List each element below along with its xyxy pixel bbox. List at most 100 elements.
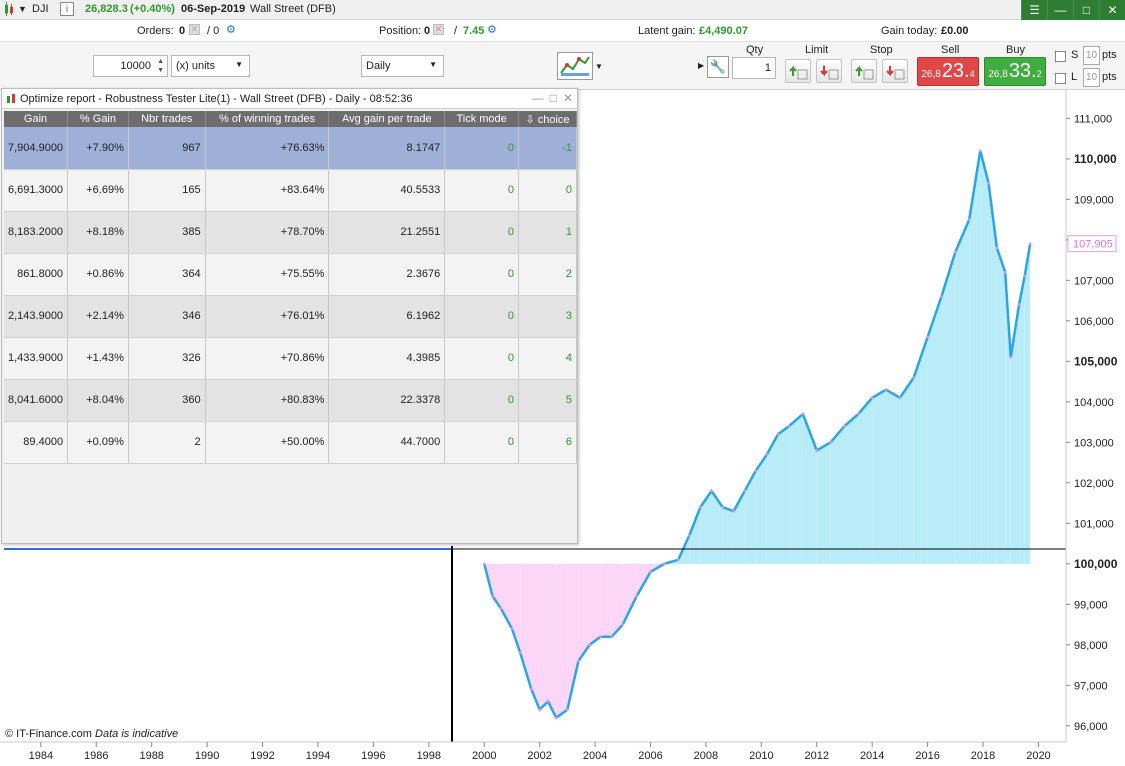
limit-checkbox-label: L xyxy=(1071,71,1078,83)
equity-point xyxy=(743,489,747,493)
candlestick-icon[interactable] xyxy=(3,2,15,19)
equity-point xyxy=(518,651,522,655)
stop-points-input[interactable]: 10 xyxy=(1083,46,1100,65)
instrument-name[interactable]: DJI xyxy=(32,3,49,15)
table-cell: 4.3985 xyxy=(328,337,446,380)
col-header-pct-winning[interactable]: % of winning trades xyxy=(205,111,330,127)
market-name: Wall Street (DFB) xyxy=(250,3,336,15)
col-header-nbr-trades[interactable]: Nbr trades xyxy=(128,111,206,127)
equity-point xyxy=(676,558,680,562)
limit-sell-icon[interactable] xyxy=(816,59,842,83)
table-cell: 5 xyxy=(518,379,577,422)
chevron-down-icon[interactable]: ▼ xyxy=(595,62,603,71)
table-row[interactable]: 6,691.3000 +6.69% 165 +83.64% 40.5533 0 0 xyxy=(4,169,577,212)
table-cell: 861.8000 xyxy=(4,253,69,296)
qty-input[interactable]: 1 xyxy=(732,57,776,79)
gear-icon[interactable]: ⚙ xyxy=(226,23,236,36)
equity-point xyxy=(663,562,666,566)
table-cell: 40.5533 xyxy=(328,169,446,212)
col-header-gain[interactable]: Gain xyxy=(4,111,69,127)
table-cell: 6 xyxy=(518,421,577,464)
table-cell: 0 xyxy=(444,127,520,170)
x-tick-label: 1986 xyxy=(84,750,108,762)
table-cell: 0 xyxy=(444,379,520,422)
table-row[interactable]: 8,041.6000 +8.04% 360 +80.83% 22.3378 0 5 xyxy=(4,379,577,422)
chevron-down-icon[interactable]: ▼ xyxy=(18,4,27,14)
limit-points-input[interactable]: 10 xyxy=(1083,68,1100,87)
limit-label: Limit xyxy=(805,44,829,56)
col-header-tick-mode[interactable]: Tick mode xyxy=(444,111,520,127)
latent-gain-value: £4,490.07 xyxy=(699,25,748,37)
equity-point xyxy=(765,453,769,456)
equity-point xyxy=(546,700,550,703)
stop-buy-icon[interactable] xyxy=(851,59,877,83)
col-header-choice[interactable]: ⇩ choice xyxy=(518,111,577,127)
col-header-pct-gain[interactable]: % Gain xyxy=(67,111,129,127)
area-segment xyxy=(899,377,914,564)
area-segment xyxy=(816,442,831,564)
period-select[interactable]: Daily ▼ xyxy=(361,55,444,77)
table-cell: +76.63% xyxy=(205,127,330,170)
copyright-text: © IT-Finance.com xyxy=(5,728,92,740)
x-tick-label: 2002 xyxy=(527,750,551,762)
table-row[interactable]: 1,433.9000 +1.43% 326 +70.86% 4.3985 0 4 xyxy=(4,337,577,380)
position-value: 0 xyxy=(424,25,431,37)
units-select[interactable]: (x) units ▼ xyxy=(171,55,250,77)
table-row[interactable]: 2,143.9000 +2.14% 346 +76.01% 6.1962 0 3 xyxy=(4,295,577,338)
expand-arrow-icon[interactable]: ▶ xyxy=(698,61,704,70)
cancel-orders-icon[interactable]: ✕ xyxy=(189,24,200,35)
equity-point xyxy=(1028,242,1032,245)
limit-checkbox[interactable] xyxy=(1055,73,1066,84)
period-label: Daily xyxy=(366,60,391,72)
table-cell: 3 xyxy=(518,295,577,338)
table-cell: 21.2551 xyxy=(328,211,446,254)
stop-checkbox[interactable] xyxy=(1055,51,1066,62)
col-header-avg-gain[interactable]: Avg gain per trade xyxy=(328,111,446,127)
x-tick-label: 1998 xyxy=(417,750,441,762)
orders-label: Orders: xyxy=(137,25,174,37)
sell-price-sup: 4 xyxy=(969,69,975,79)
minimize-icon[interactable]: — xyxy=(1047,0,1073,20)
table-row[interactable]: 8,183.2000 +8.18% 385 +78.70% 21.2551 0 1 xyxy=(4,211,577,254)
gain-today-value: £0.00 xyxy=(941,25,969,37)
maximize-icon[interactable]: □ xyxy=(550,91,557,105)
x-tick-label: 1992 xyxy=(250,750,274,762)
wrench-icon[interactable]: 🔧 xyxy=(707,56,729,78)
info-icon[interactable]: i xyxy=(60,2,74,16)
close-position-icon[interactable]: ✕ xyxy=(433,24,444,35)
sell-button[interactable]: 26,8 23. 4 xyxy=(917,57,979,86)
minimize-icon[interactable]: — xyxy=(532,91,544,105)
equity-point xyxy=(566,708,569,711)
stepper-icon[interactable]: ▲ ▼ xyxy=(157,57,164,75)
optimize-report-window[interactable]: Optimize report - Robustness Tester Lite… xyxy=(1,88,578,544)
table-row[interactable]: 89.4000 +0.09% 2 +50.00% 44.7000 0 6 xyxy=(4,421,577,464)
table-row[interactable]: 7,904.9000 +7.90% 967 +76.63% 8.1747 0 -1 xyxy=(4,127,577,170)
area-segment xyxy=(1024,243,1031,564)
strategy-icon[interactable] xyxy=(557,52,593,80)
size-input[interactable]: 10000 ▲ ▼ xyxy=(93,55,168,77)
close-icon[interactable]: ✕ xyxy=(1099,0,1125,20)
table-cell: 2,143.9000 xyxy=(4,295,69,338)
area-segment xyxy=(589,563,601,645)
candlestick-icon xyxy=(7,94,15,103)
equity-point xyxy=(499,607,503,610)
equity-point xyxy=(510,627,514,630)
table-cell: 7,904.9000 xyxy=(4,127,69,170)
stop-sell-icon[interactable] xyxy=(882,59,908,83)
maximize-icon[interactable]: □ xyxy=(1073,0,1099,20)
y-tick-label: 101,000 xyxy=(1074,518,1114,530)
instrument-bar: ▼ DJI i 26,828.3 (+0.40%) 06-Sep-2019 Wa… xyxy=(0,0,1125,20)
table-row[interactable]: 861.8000 +0.86% 364 +75.55% 2.3676 0 2 xyxy=(4,253,577,296)
report-title-bar[interactable]: Optimize report - Robustness Tester Lite… xyxy=(2,89,577,109)
table-cell: +70.86% xyxy=(205,337,330,380)
buy-button[interactable]: 26,8 33. 2 xyxy=(984,57,1046,86)
equity-point xyxy=(687,534,691,537)
limit-buy-icon[interactable] xyxy=(785,59,811,83)
area-segment xyxy=(547,563,557,718)
gear-icon[interactable]: ⚙ xyxy=(487,23,497,36)
orders-value: 0 xyxy=(179,25,186,37)
close-icon[interactable]: ✕ xyxy=(563,91,573,105)
x-tick-label: 1988 xyxy=(139,750,163,762)
table-cell: 967 xyxy=(128,127,206,170)
list-icon[interactable]: ☰ xyxy=(1021,0,1047,20)
